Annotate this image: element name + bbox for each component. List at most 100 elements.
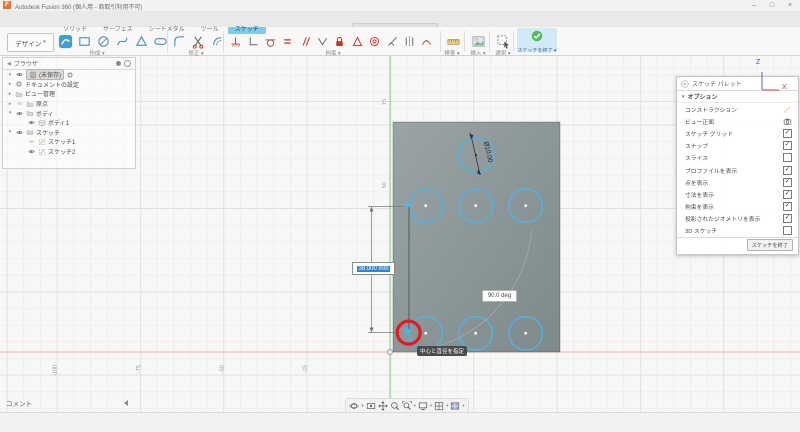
checkbox-checked[interactable]: ✓	[783, 166, 792, 175]
checkbox-checked[interactable]: ✓	[783, 178, 792, 187]
circle-center-point[interactable]	[424, 332, 427, 335]
close-button[interactable]: ×	[786, 2, 794, 10]
pan-icon[interactable]	[378, 401, 388, 411]
trim-icon[interactable]	[191, 34, 206, 49]
rectangle-icon[interactable]	[77, 34, 92, 49]
palette-menu-icon[interactable]	[681, 80, 689, 88]
palette-finish-sketch-button[interactable]: スケッチを終了	[747, 239, 793, 251]
browser-item-原点[interactable]: ▸原点	[3, 99, 135, 109]
solid-body-face[interactable]	[393, 122, 560, 352]
measure-icon[interactable]	[446, 34, 461, 49]
browser-item-ドキュメントの設定[interactable]: ▸ドキュメントの設定	[3, 80, 135, 90]
display-settings-icon[interactable]	[418, 401, 428, 411]
origin-point[interactable]	[387, 349, 392, 354]
browser-item-(未保存)[interactable]: ▾(未保存)	[3, 70, 135, 80]
eye-icon[interactable]	[27, 148, 36, 155]
modify-group-label[interactable]: 修正 ▾	[188, 49, 203, 57]
midpoint-icon[interactable]	[316, 35, 329, 48]
construction-icon[interactable]	[783, 105, 792, 114]
maximize-button[interactable]: □	[768, 2, 776, 10]
divider	[489, 31, 490, 52]
eye-icon[interactable]	[27, 138, 36, 145]
curvature-icon[interactable]	[420, 35, 433, 48]
display-mode-icon[interactable]	[116, 61, 121, 66]
circle-center-point[interactable]	[474, 204, 477, 207]
viewports-icon[interactable]	[450, 401, 460, 411]
collapse-panel-icon[interactable]: ◀	[7, 61, 11, 67]
fillet-icon[interactable]	[172, 34, 187, 49]
spline-icon[interactable]	[115, 34, 130, 49]
slot-icon[interactable]	[153, 34, 168, 49]
eye-icon[interactable]	[27, 119, 36, 126]
fit-caret[interactable]: ▾	[414, 403, 416, 409]
inspect-group-label[interactable]: 検査 ▾	[444, 49, 459, 57]
browser-item-ボディ[interactable]: ▾ボディ	[3, 108, 135, 118]
finish-sketch-button[interactable]: スケッチを終了 ▾	[517, 28, 557, 52]
comments-collapse-icon[interactable]	[124, 400, 128, 406]
coincident-icon[interactable]	[247, 35, 260, 48]
expander-closed-icon[interactable]: ▸	[7, 81, 13, 87]
polygon-icon[interactable]	[134, 34, 149, 49]
browser-item-スケッチ2[interactable]: スケッチ2	[3, 147, 135, 157]
fix-lock-icon[interactable]	[333, 35, 346, 48]
viewports-caret[interactable]: ▾	[462, 403, 464, 409]
gear-icon[interactable]	[66, 71, 74, 79]
tangent-icon[interactable]	[264, 35, 277, 48]
circle-center-point[interactable]	[424, 204, 427, 207]
eye-icon[interactable]	[15, 100, 24, 107]
checkbox-checked[interactable]: ✓	[783, 190, 792, 199]
orbit-icon[interactable]	[349, 401, 359, 411]
look-at-icon[interactable]	[366, 401, 376, 411]
expander-closed-icon[interactable]: ▸	[7, 101, 13, 107]
fit-icon[interactable]	[402, 401, 412, 411]
comments-header[interactable]: コメント	[6, 398, 32, 408]
eye-icon[interactable]	[15, 129, 24, 136]
browser-item-ビュー管理[interactable]: ▸ビュー管理	[3, 89, 135, 99]
browser-item-スケッチ[interactable]: ▾スケッチ	[3, 128, 135, 138]
checkbox-unchecked[interactable]	[783, 226, 792, 235]
select-icon[interactable]	[496, 34, 511, 49]
orbit-caret[interactable]: ▾	[361, 403, 363, 409]
perpendicular-icon[interactable]	[351, 35, 364, 48]
display-settings-caret[interactable]: ▾	[430, 403, 432, 409]
minimize-button[interactable]: –	[750, 2, 758, 10]
equal-icon[interactable]	[281, 35, 294, 48]
palette-row-拘束を表示: 拘束を表示✓	[677, 201, 798, 213]
circle-center-point[interactable]	[524, 204, 527, 207]
checkbox-unchecked[interactable]	[783, 153, 792, 162]
symmetry-icon[interactable]	[403, 35, 416, 48]
dimension-icon[interactable]	[229, 35, 242, 48]
camera-icon[interactable]	[783, 117, 792, 126]
zoom-icon[interactable]	[390, 401, 400, 411]
circle-center-point[interactable]	[524, 332, 527, 335]
grid-settings-icon[interactable]	[434, 401, 444, 411]
concentric-icon[interactable]	[368, 35, 381, 48]
grid-settings-caret[interactable]: ▾	[446, 403, 448, 409]
expander-open-icon[interactable]: ▾	[7, 72, 13, 78]
expander-open-icon[interactable]: ▾	[7, 129, 13, 135]
dimension-value-input[interactable]: 38.000 mm	[352, 262, 395, 275]
display-mode2-icon[interactable]	[124, 60, 131, 67]
browser-item-スケッチ1[interactable]: スケッチ1	[3, 137, 135, 147]
expander-closed-icon[interactable]: ▸	[7, 91, 13, 97]
insert-image-icon[interactable]	[471, 34, 486, 49]
create-group-label[interactable]: 作成 ▾	[89, 49, 104, 57]
expander-open-icon[interactable]: ▾	[7, 110, 13, 116]
parallel-icon[interactable]	[299, 35, 312, 48]
checkbox-checked[interactable]: ✓	[783, 202, 792, 211]
checkbox-checked[interactable]: ✓	[783, 129, 792, 138]
angle-dimension-value[interactable]: 90.0 deg	[482, 290, 517, 302]
browser-item-ボディ1[interactable]: ボディ1	[3, 118, 135, 128]
insert-group-label[interactable]: 挿入 ▾	[470, 49, 485, 57]
constraint-group-label[interactable]: 拘束 ▾	[325, 49, 340, 57]
checkbox-checked[interactable]: ✓	[783, 141, 792, 150]
circle-center-point[interactable]	[474, 332, 477, 335]
line-icon[interactable]	[58, 34, 73, 49]
eye-icon[interactable]	[15, 71, 24, 78]
collinear-icon[interactable]	[386, 35, 399, 48]
circle-icon[interactable]	[96, 34, 111, 49]
workspace-selector-button[interactable]: デザイン ▾	[7, 33, 54, 52]
select-group-label[interactable]: 選択 ▾	[495, 49, 510, 57]
checkbox-checked[interactable]: ✓	[783, 214, 792, 223]
eye-icon[interactable]	[15, 110, 24, 117]
